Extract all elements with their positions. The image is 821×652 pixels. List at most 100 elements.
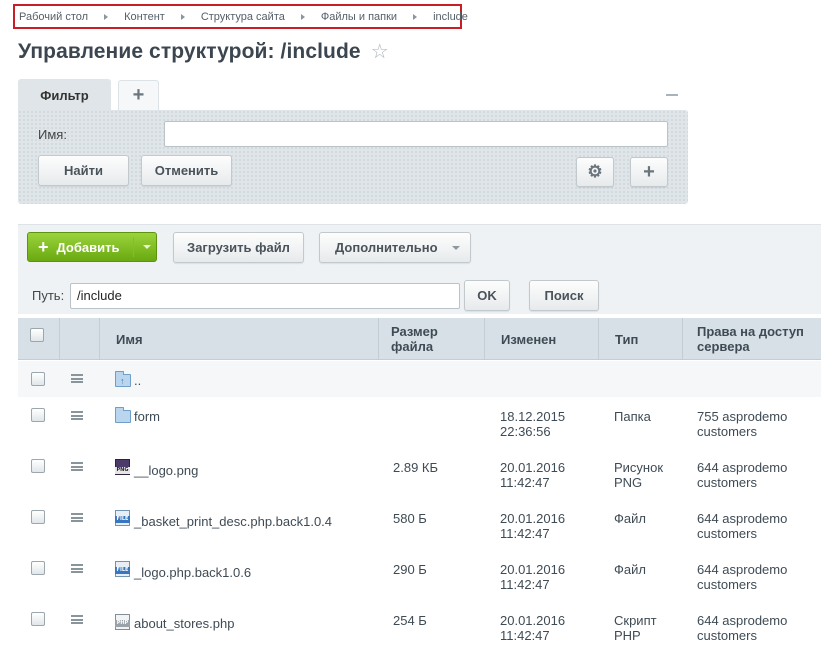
ok-button[interactable]: OK [464, 280, 510, 311]
file-type: Файл [614, 511, 646, 526]
page-title-text: Управление структурой: /include [18, 39, 361, 63]
plus-icon: + [643, 160, 655, 183]
breadcrumb-item-desktop[interactable]: Рабочий стол [19, 11, 88, 23]
menu-icon[interactable] [71, 513, 83, 522]
table-row-parent[interactable]: ↑ .. [18, 361, 821, 397]
parent-folder-icon: ↑ [115, 371, 131, 387]
filter-settings-button[interactable]: ⚙ [576, 157, 614, 187]
add-button[interactable]: + Добавить [27, 232, 157, 262]
table-row[interactable]: PHP about_stores.php 254 Б 20.01.2016 11… [18, 601, 821, 652]
modified-time: 11:42:47 [500, 526, 550, 541]
row-checkbox[interactable] [31, 372, 45, 386]
column-header-type[interactable]: Тип [598, 318, 682, 360]
cancel-button[interactable]: Отменить [141, 155, 232, 186]
plus-icon: + [132, 84, 145, 106]
file-type: Папка [614, 409, 651, 424]
row-checkbox[interactable] [31, 561, 45, 575]
search-button[interactable]: Поиск [529, 280, 599, 311]
modified-date: 18.12.2015 [500, 409, 566, 424]
star-icon[interactable]: ☆ [371, 39, 389, 64]
select-all-checkbox[interactable] [30, 328, 44, 342]
table-row[interactable]: FILE _logo.php.back1.0.6 290 Б 20.01.201… [18, 550, 821, 601]
breadcrumb-item-files-folders[interactable]: Файлы и папки [321, 11, 397, 23]
column-header-modified[interactable]: Изменен [484, 318, 598, 360]
column-header-rights[interactable]: Права на доступ сервера [682, 318, 821, 360]
chevron-down-icon[interactable] [143, 245, 151, 249]
column-header-size-line2: файла [391, 339, 434, 354]
row-checkbox[interactable] [31, 612, 45, 626]
file-size: 2.89 КБ [393, 460, 439, 475]
access-rights: 644 asprodemo [697, 562, 788, 577]
column-header-rights-line2: сервера [697, 339, 750, 354]
file-type-sub: PHP [614, 628, 641, 643]
png-image-icon: PNG [115, 459, 130, 475]
file-name-link[interactable]: _basket_print_desc.php.back1.0.4 [134, 514, 332, 529]
php-file-icon: PHP [115, 614, 130, 630]
breadcrumb-item-site-structure[interactable]: Структура сайта [201, 11, 285, 23]
row-checkbox[interactable] [31, 408, 45, 422]
row-checkbox[interactable] [31, 510, 45, 524]
more-actions-label: Дополнительно [335, 240, 438, 255]
folder-icon [115, 407, 131, 423]
gear-icon: ⚙ [587, 162, 603, 181]
menu-icon[interactable] [71, 374, 83, 383]
page-title: Управление структурой: /include ☆ [18, 39, 389, 64]
menu-icon[interactable] [71, 411, 83, 420]
header-menu-cell [59, 318, 99, 360]
more-actions-button[interactable]: Дополнительно [319, 232, 471, 263]
menu-icon[interactable] [71, 615, 83, 624]
breadcrumb-item-content[interactable]: Контент [124, 11, 165, 23]
chevron-down-icon [452, 246, 460, 250]
upload-file-button[interactable]: Загрузить файл [173, 232, 304, 263]
table-header: Имя Размер файла Изменен Тип Права на до… [18, 318, 821, 360]
menu-icon[interactable] [71, 462, 83, 471]
file-size: 290 Б [393, 562, 427, 577]
column-header-name[interactable]: Имя [99, 318, 378, 360]
file-name-link[interactable]: _logo.php.back1.0.6 [134, 565, 251, 580]
path-label: Путь: [32, 288, 65, 303]
file-icon: FILE [115, 561, 130, 577]
breadcrumb-separator-icon [413, 13, 418, 20]
access-rights: 644 asprodemo [697, 613, 788, 628]
file-name-link[interactable]: __logo.png [134, 463, 198, 478]
file-type: Рисунок [614, 460, 664, 475]
file-type: Файл [614, 562, 646, 577]
access-group: customers [697, 424, 757, 439]
tab-filter[interactable]: Фильтр [18, 79, 111, 111]
path-input[interactable]: /include [70, 283, 460, 309]
breadcrumb-separator-icon [300, 13, 305, 20]
filter-add-field-button[interactable]: + [630, 157, 668, 187]
modified-date: 20.01.2016 [500, 613, 566, 628]
add-filter-tab-button[interactable]: + [118, 80, 159, 110]
modified-time: 11:42:47 [500, 577, 550, 592]
file-name-link[interactable]: form [134, 409, 160, 424]
find-button[interactable]: Найти [38, 155, 129, 186]
access-rights: 644 asprodemo [697, 460, 788, 475]
breadcrumb-separator-icon [180, 13, 185, 20]
plus-icon: + [38, 236, 49, 257]
breadcrumb-item-include[interactable]: include [433, 11, 468, 23]
add-button-label: Добавить [56, 239, 120, 255]
modified-date: 20.01.2016 [500, 511, 566, 526]
parent-folder-link[interactable]: .. [134, 373, 141, 388]
modified-date: 20.01.2016 [500, 562, 566, 577]
file-type-sub: PNG [614, 475, 643, 490]
access-rights: 755 asprodemo [697, 409, 788, 424]
minimize-filter-icon[interactable] [666, 94, 678, 96]
table-row[interactable]: FILE _basket_print_desc.php.back1.0.4 58… [18, 499, 821, 550]
select-all-cell [18, 318, 59, 360]
table-row[interactable]: form 18.12.2015 22:36:56 Папка 755 aspro… [18, 397, 821, 448]
file-type: Скрипт [614, 613, 657, 628]
column-header-size[interactable]: Размер файла [378, 318, 484, 360]
breadcrumb-separator-icon [104, 13, 109, 20]
filter-name-input[interactable] [164, 121, 668, 147]
menu-icon[interactable] [71, 564, 83, 573]
column-header-rights-line1: Права на доступ [697, 324, 804, 339]
modified-date: 20.01.2016 [500, 460, 566, 475]
table-row[interactable]: PNG __logo.png 2.89 КБ 20.01.2016 11:42:… [18, 448, 821, 499]
add-button-divider [133, 237, 134, 257]
file-name-link[interactable]: about_stores.php [134, 616, 234, 631]
modified-time: 11:42:47 [500, 475, 550, 490]
access-group: customers [697, 475, 757, 490]
row-checkbox[interactable] [31, 459, 45, 473]
